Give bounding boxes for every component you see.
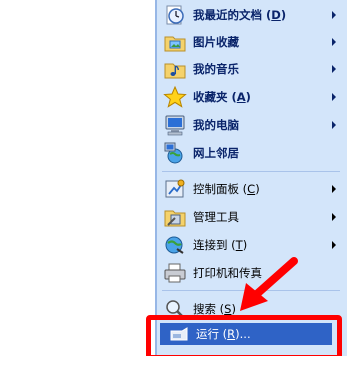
admin-tools-icon <box>163 205 187 229</box>
menu-item-my-music[interactable]: 我的音乐 <box>160 56 342 82</box>
menu-item-label: 我的音乐 <box>193 62 239 76</box>
submenu-arrow-icon <box>332 93 336 101</box>
menu-item-connect-to[interactable]: 连接到 (T) <box>160 232 342 258</box>
menu-item-recent-documents[interactable]: 我最近的文档 (D) <box>160 2 342 28</box>
menu-item-admin-tools[interactable]: 管理工具 <box>160 204 342 230</box>
menu-item-label: 管理工具 <box>193 210 239 224</box>
menu-item-label: 收藏夹 (A) <box>193 90 251 104</box>
menu-item-label: 控制面板 (C) <box>193 182 260 196</box>
my-music-icon <box>163 57 187 81</box>
menu-item-network-places[interactable]: 网上邻居 <box>160 140 342 166</box>
annotation-arrow-icon <box>240 257 298 311</box>
submenu-arrow-icon <box>332 185 336 193</box>
menu-item-favorites[interactable]: 收藏夹 (A) <box>160 84 342 110</box>
recent-documents-icon <box>163 3 187 27</box>
menu-item-label: 网上邻居 <box>193 146 239 160</box>
menu-item-label: 图片收藏 <box>193 35 239 49</box>
menu-item-control-panel[interactable]: 控制面板 (C) <box>160 176 342 202</box>
control-panel-icon <box>163 177 187 201</box>
bottom-edge <box>0 356 347 367</box>
menu-item-label: 连接到 (T) <box>193 238 248 252</box>
my-pictures-icon <box>163 30 187 54</box>
submenu-arrow-icon <box>332 11 336 19</box>
submenu-arrow-icon <box>332 65 336 73</box>
submenu-arrow-icon <box>332 241 336 249</box>
printers-faxes-icon <box>163 261 187 285</box>
submenu-arrow-icon <box>332 213 336 221</box>
submenu-arrow-icon <box>332 38 336 46</box>
start-menu-left-pane <box>0 0 155 367</box>
network-places-icon <box>163 141 187 165</box>
menu-item-my-pictures[interactable]: 图片收藏 <box>160 29 342 55</box>
menu-separator <box>162 171 340 172</box>
menu-item-label: 我的电脑 <box>193 118 239 132</box>
my-computer-icon <box>163 113 187 137</box>
favorites-star-icon <box>163 85 187 109</box>
submenu-arrow-icon <box>332 121 336 129</box>
connect-to-icon <box>163 233 187 257</box>
annotation-highlight-box <box>146 315 342 360</box>
menu-item-label: 我最近的文档 (D) <box>193 8 287 22</box>
menu-item-my-computer[interactable]: 我的电脑 <box>160 112 342 138</box>
